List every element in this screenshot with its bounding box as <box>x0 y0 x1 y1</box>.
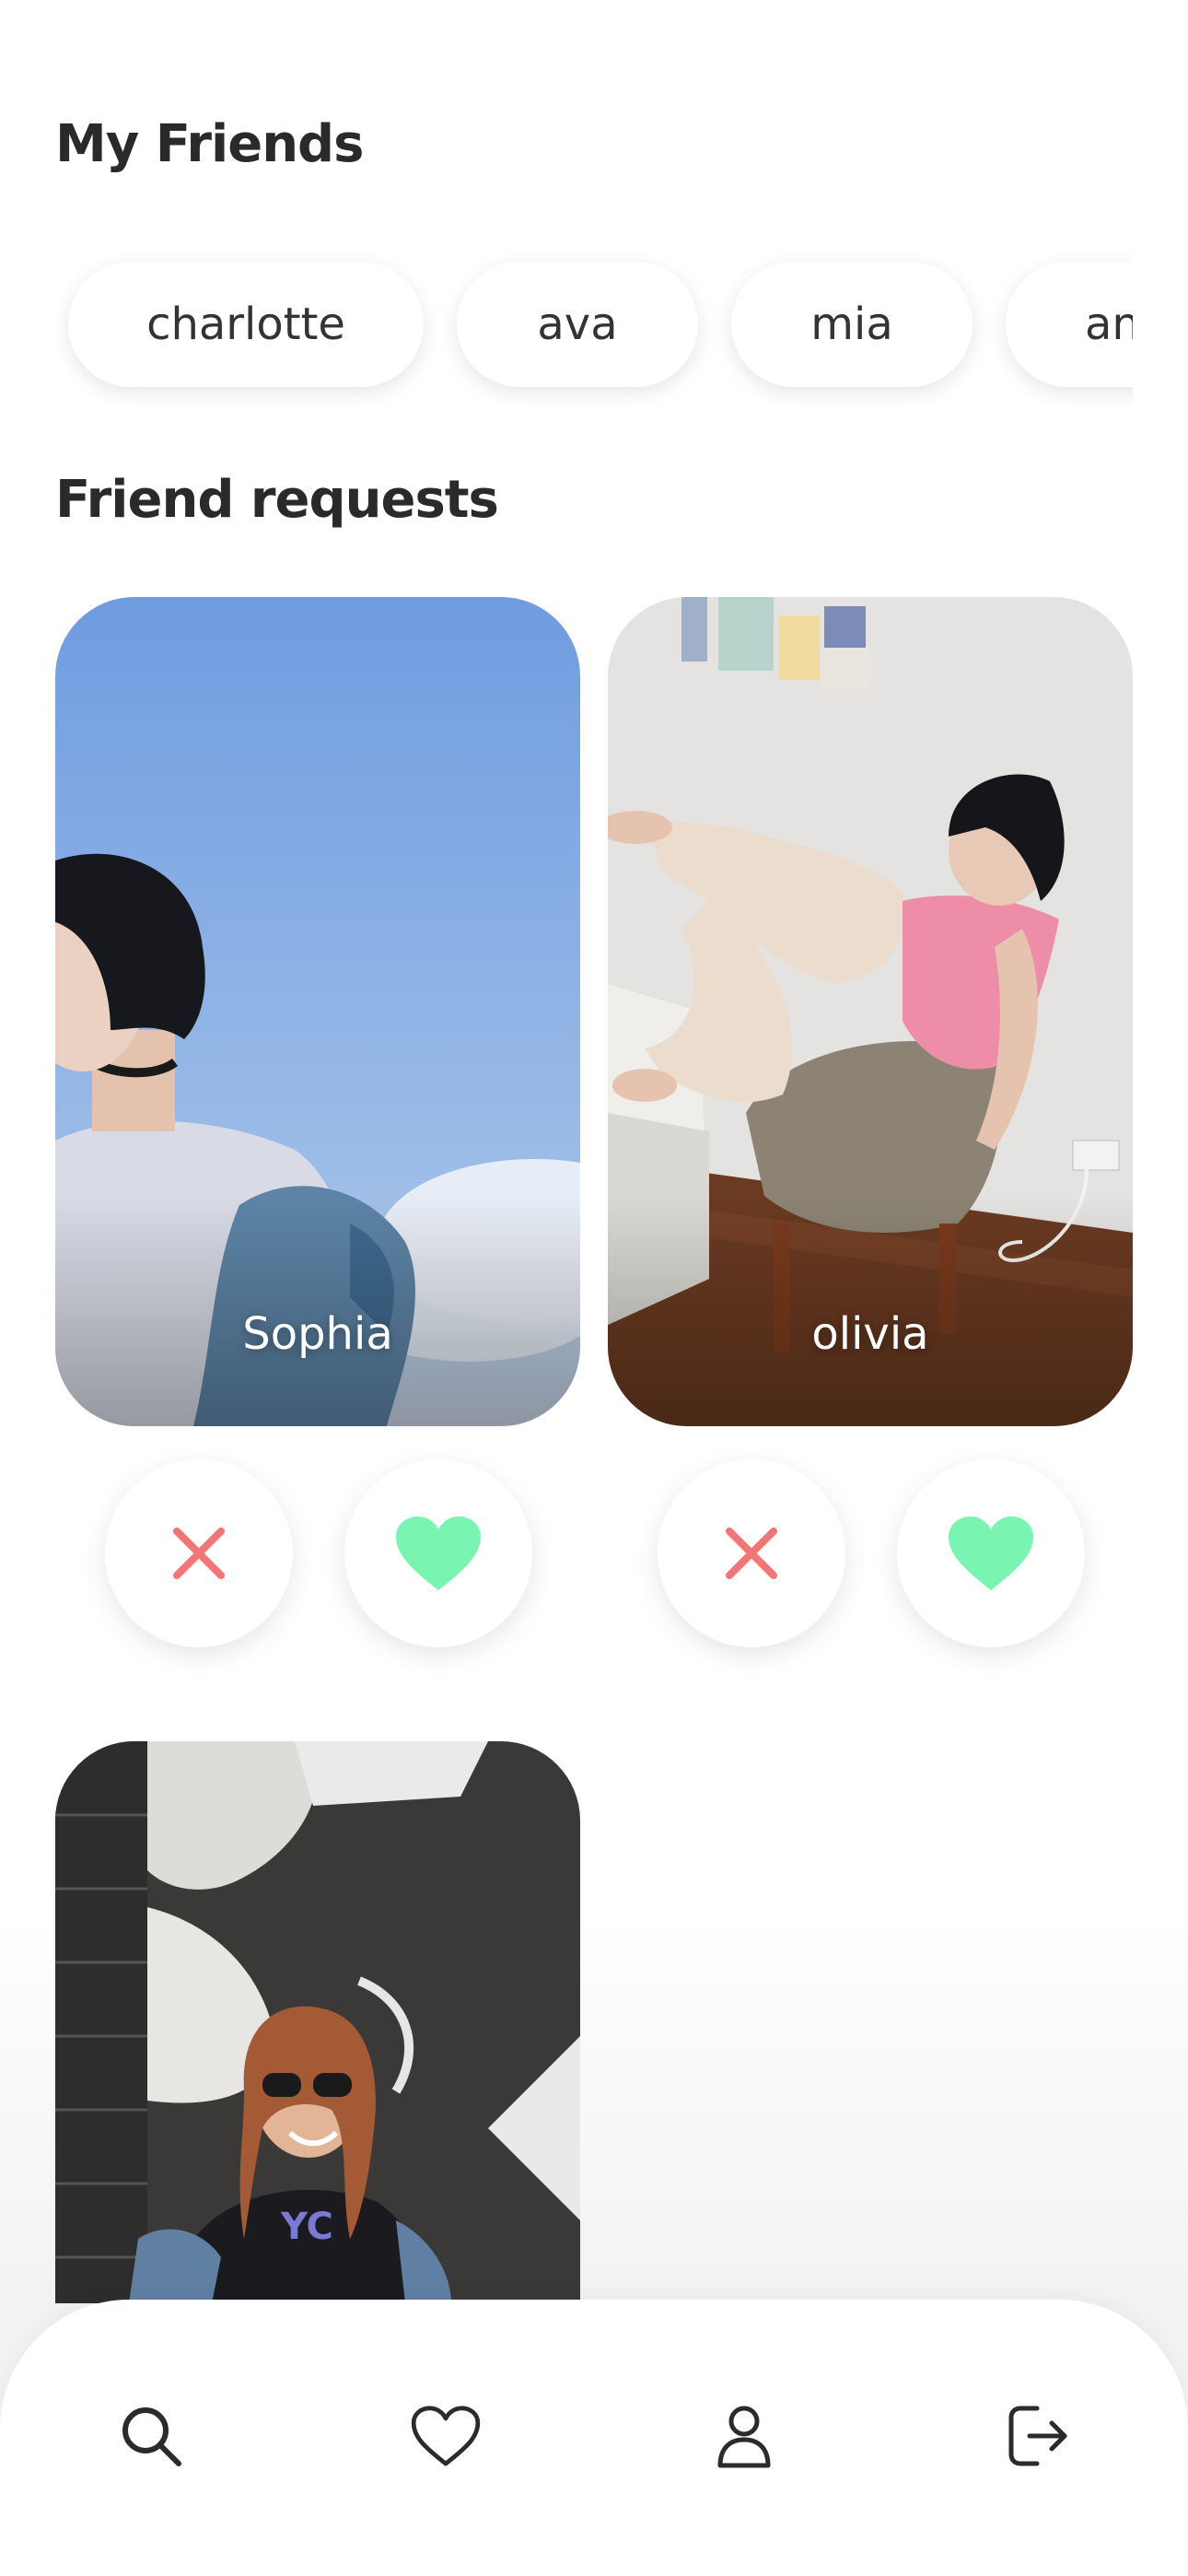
heart-filled-icon <box>949 1516 1033 1590</box>
friends-chip-row[interactable]: charlotte ava mia an <box>55 249 1133 405</box>
request-card-sophia[interactable]: Sophia <box>55 597 580 1426</box>
svg-text:YC: YC <box>280 2206 333 2248</box>
accept-olivia-button[interactable] <box>897 1459 1085 1647</box>
friend-chip-ava[interactable]: ava <box>457 262 698 387</box>
friend-chip-charlotte[interactable]: charlotte <box>68 262 424 387</box>
bottom-navigation <box>0 2300 1188 2576</box>
request-card-third[interactable]: YC <box>55 1741 580 2303</box>
friends-screen: My Friends charlotte ava mia an Friend r… <box>0 0 1188 2576</box>
nav-profile[interactable] <box>707 2399 781 2473</box>
friend-chip-partial[interactable]: an <box>1006 262 1133 387</box>
search-icon <box>122 2407 181 2466</box>
request-name-olivia: olivia <box>811 1308 929 1360</box>
profile-photo-sophia <box>55 597 580 1426</box>
friend-requests-title: Friend requests <box>55 470 499 530</box>
close-icon <box>726 1528 777 1579</box>
friends-chip-track: charlotte ava mia an <box>68 262 1133 387</box>
accept-sophia-button[interactable] <box>344 1459 532 1647</box>
close-icon <box>173 1528 225 1579</box>
heart-filled-icon <box>396 1516 481 1590</box>
request-card-olivia[interactable]: olivia <box>608 597 1133 1426</box>
nav-logout[interactable] <box>1002 2399 1076 2473</box>
my-friends-title: My Friends <box>55 114 364 174</box>
user-icon <box>717 2406 771 2468</box>
reject-sophia-button[interactable] <box>105 1459 293 1647</box>
nav-favorites[interactable] <box>409 2399 483 2473</box>
reject-olivia-button[interactable] <box>658 1459 845 1647</box>
heart-outline-icon <box>411 2406 481 2466</box>
profile-photo-olivia <box>608 597 1133 1426</box>
profile-photo-third: YC <box>55 1741 580 2303</box>
request-name-sophia: Sophia <box>242 1308 393 1360</box>
nav-search[interactable] <box>114 2399 188 2473</box>
friend-chip-mia[interactable]: mia <box>731 262 973 387</box>
logout-icon <box>1008 2406 1067 2466</box>
